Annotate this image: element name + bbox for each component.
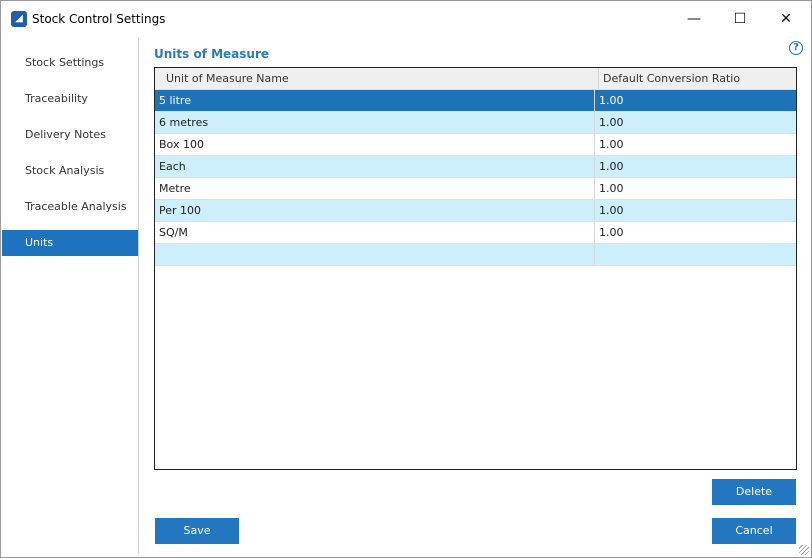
unit-name-cell[interactable]: 6 metres [155,112,595,133]
app-logo-icon: ◢ [11,11,27,27]
table-row[interactable]: Per 100 1.00 [155,200,796,222]
ratio-cell[interactable]: 1.00 [595,222,796,243]
resize-grip-icon[interactable] [799,545,809,555]
sidebar-item-stock-settings[interactable]: Stock Settings [2,45,138,81]
table-row[interactable]: Each 1.00 [155,156,796,178]
table-header: Unit of Measure Name Default Conversion … [155,68,796,90]
sidebar-item-traceable-analysis[interactable]: Traceable Analysis [2,189,138,225]
settings-sidebar: Stock Settings Traceability Delivery Not… [2,45,138,256]
table-row[interactable]: Metre 1.00 [155,178,796,200]
ratio-cell[interactable]: 1.00 [595,90,796,111]
unit-name-cell[interactable]: SQ/M [155,222,595,243]
help-icon[interactable]: ? [789,41,803,55]
cancel-button[interactable]: Cancel [712,518,796,544]
close-button[interactable]: ✕ [763,5,809,33]
save-button[interactable]: Save [155,518,239,544]
unit-name-cell[interactable]: Each [155,156,595,177]
section-heading: Units of Measure [154,47,270,61]
table-row[interactable]: Box 100 1.00 [155,134,796,156]
units-table: Unit of Measure Name Default Conversion … [154,67,797,470]
new-row[interactable] [155,244,796,266]
unit-name-cell[interactable]: 5 litre [155,90,595,111]
table-row[interactable]: 6 metres 1.00 [155,112,796,134]
ratio-cell[interactable]: 1.00 [595,112,796,133]
sidebar-item-stock-analysis[interactable]: Stock Analysis [2,153,138,189]
window-title: Stock Control Settings [32,12,166,26]
dialog-window: ◢ Stock Control Settings — ☐ ✕ Stock Set… [0,0,812,558]
ratio-cell[interactable]: 1.00 [595,134,796,155]
sidebar-divider [138,37,139,555]
table-row[interactable]: SQ/M 1.00 [155,222,796,244]
table-row[interactable]: 5 litre 1.00 [155,90,796,112]
unit-name-cell[interactable]: Metre [155,178,595,199]
sidebar-item-traceability[interactable]: Traceability [2,81,138,117]
column-header-ratio[interactable]: Default Conversion Ratio [599,68,796,89]
ratio-cell[interactable]: 1.00 [595,178,796,199]
delete-button[interactable]: Delete [712,479,796,505]
sidebar-item-units[interactable]: Units [2,230,138,256]
unit-name-cell[interactable]: Box 100 [155,134,595,155]
unit-name-cell[interactable] [155,244,595,265]
ratio-cell[interactable]: 1.00 [595,200,796,221]
title-bar: ◢ Stock Control Settings — ☐ ✕ [1,1,811,37]
maximize-button[interactable]: ☐ [717,5,763,33]
sidebar-item-delivery-notes[interactable]: Delivery Notes [2,117,138,153]
minimize-button[interactable]: — [671,5,717,33]
ratio-cell[interactable] [595,244,796,265]
column-header-name[interactable]: Unit of Measure Name [159,68,599,89]
ratio-cell[interactable]: 1.00 [595,156,796,177]
unit-name-cell[interactable]: Per 100 [155,200,595,221]
